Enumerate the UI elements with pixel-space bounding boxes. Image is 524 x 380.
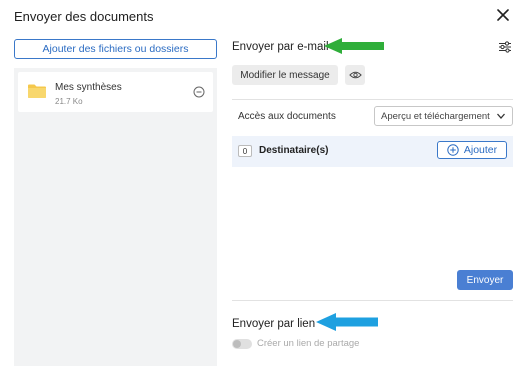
chevron-down-icon	[497, 113, 505, 119]
recipients-bar: 0 Destinataire(s) Ajouter	[232, 136, 513, 167]
add-files-button[interactable]: Ajouter des fichiers ou dossiers	[14, 39, 217, 59]
file-size: 21.7 Ko	[55, 97, 83, 106]
preview-button[interactable]	[345, 65, 365, 85]
remove-circle-icon[interactable]	[193, 86, 205, 98]
blue-arrow-annotation	[316, 313, 378, 331]
toggle-knob	[233, 340, 241, 348]
modify-message-button[interactable]: Modifier le message	[232, 65, 338, 85]
divider	[232, 300, 513, 301]
eye-icon	[348, 71, 362, 79]
dialog-title: Envoyer des documents	[14, 9, 154, 24]
folder-icon	[28, 84, 46, 98]
divider	[232, 99, 513, 100]
email-section-title: Envoyer par e-mail	[232, 41, 329, 53]
plus-circle-icon	[447, 144, 459, 156]
access-label: Accès aux documents	[238, 111, 336, 122]
green-arrow-annotation	[324, 38, 384, 54]
share-link-label: Créer un lien de partage	[257, 338, 360, 349]
send-button[interactable]: Envoyer	[457, 270, 513, 290]
recipients-label: Destinataire(s)	[259, 145, 329, 156]
send-documents-dialog: Envoyer des documents Ajouter des fichie…	[0, 0, 524, 380]
file-name: Mes synthèses	[55, 82, 122, 93]
recipients-count-badge: 0	[238, 145, 252, 157]
access-select[interactable]: Aperçu et téléchargement	[374, 106, 513, 126]
share-link-toggle[interactable]	[232, 339, 252, 349]
link-section-title: Envoyer par lien	[232, 318, 316, 330]
add-recipient-button[interactable]: Ajouter	[437, 141, 507, 159]
close-icon[interactable]	[494, 6, 512, 24]
add-recipient-label: Ajouter	[463, 144, 498, 156]
access-select-value: Aperçu et téléchargement	[381, 110, 490, 122]
file-list-panel: Mes synthèses 21.7 Ko	[14, 68, 217, 366]
file-item[interactable]: Mes synthèses 21.7 Ko	[18, 72, 213, 112]
settings-sliders-icon[interactable]	[498, 40, 512, 54]
